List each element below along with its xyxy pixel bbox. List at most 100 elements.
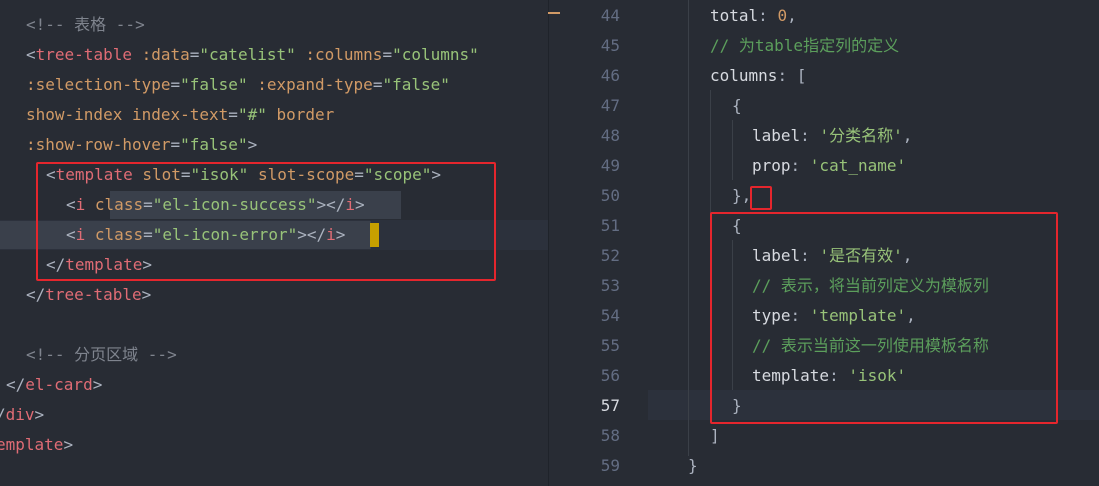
code-line[interactable]: /div> xyxy=(0,400,548,430)
line-number: 56 xyxy=(600,366,620,385)
pane-divider[interactable] xyxy=(548,0,549,486)
code-token: </ xyxy=(6,375,26,394)
code-text: </tree-table> xyxy=(26,280,151,310)
line-number: 58 xyxy=(600,426,620,445)
code-text: columns: [ xyxy=(710,61,806,91)
code-line[interactable]: 59} xyxy=(560,451,1099,481)
line-number: 49 xyxy=(600,156,620,175)
code-line[interactable]: </el-card> xyxy=(0,370,548,400)
code-text: // 为table指定列的定义 xyxy=(710,31,899,61)
code-token: = xyxy=(170,75,181,94)
line-number: 59 xyxy=(600,456,620,475)
code-text: :show-row-hover="false"> xyxy=(26,130,257,160)
code-token: el-card xyxy=(25,375,93,394)
code-token: > xyxy=(63,435,74,454)
code-token: ] xyxy=(710,426,720,445)
code-token: </ xyxy=(26,285,46,304)
code-token: > xyxy=(247,135,258,154)
code-token: tree-table xyxy=(35,45,132,64)
code-token: , xyxy=(787,6,797,25)
line-number: 46 xyxy=(600,66,620,85)
left-editor-pane[interactable]: <!-- 表格 --> <tree-table :data="catelist" … xyxy=(0,0,548,486)
code-token: "false" xyxy=(180,75,248,94)
line-number: 54 xyxy=(600,306,620,325)
code-token: :show-row-hover xyxy=(26,135,171,154)
code-token: = xyxy=(189,45,200,64)
code-token: :selection-type xyxy=(26,75,171,94)
code-token: } xyxy=(688,456,698,475)
code-text: </el-card> xyxy=(6,370,102,400)
code-token: : xyxy=(790,156,810,175)
code-line[interactable]: 47 { xyxy=(560,91,1099,121)
code-token: columns xyxy=(710,66,778,85)
code-token: > xyxy=(92,375,103,394)
code-token: label xyxy=(752,126,801,145)
code-line[interactable]: <!-- 表格 --> xyxy=(0,10,548,40)
annotation-box-comma xyxy=(750,186,772,210)
code-token: = xyxy=(372,75,383,94)
code-token: prop xyxy=(752,156,791,175)
line-number: 50 xyxy=(600,186,620,205)
code-token: , xyxy=(902,126,913,145)
line-number: 44 xyxy=(600,6,620,25)
code-line[interactable]: 46 columns: [ xyxy=(560,61,1099,91)
code-token: :data xyxy=(131,45,190,64)
code-token: :columns xyxy=(295,45,383,64)
line-number: 45 xyxy=(600,36,620,55)
right-editor-pane[interactable]: 44 total: 0, 45 // 为table指定列的定义 46 columns: [… xyxy=(560,0,1099,486)
code-text: :selection-type="false" :expand-type="fa… xyxy=(26,70,450,100)
code-line[interactable]: 58] xyxy=(560,421,1099,451)
code-token: <!-- 分页区域 --> xyxy=(26,345,177,364)
code-token: tree-table xyxy=(45,285,142,304)
code-token: show-index index-text xyxy=(26,105,229,124)
code-token: "false" xyxy=(180,135,248,154)
code-line[interactable]: :show-row-hover="false"> xyxy=(0,130,548,160)
code-token: <!-- 表格 --> xyxy=(26,15,145,34)
code-line[interactable]: </tree-table> xyxy=(0,280,548,310)
code-text: total: 0, xyxy=(710,1,797,31)
code-token: }, xyxy=(732,186,752,205)
line-number: 51 xyxy=(600,216,620,235)
code-line[interactable] xyxy=(0,310,548,340)
code-token: border xyxy=(266,105,335,124)
code-line[interactable]: <!-- 分页区域 --> xyxy=(0,340,548,370)
code-text: }, xyxy=(732,181,751,211)
code-token: :expand-type xyxy=(247,75,373,94)
code-line[interactable]: 49 prop: 'cat_name' xyxy=(560,151,1099,181)
code-line[interactable]: 45 // 为table指定列的定义 xyxy=(560,31,1099,61)
line-number: 53 xyxy=(600,276,620,295)
code-line[interactable]: 48 label: '分类名称', xyxy=(560,121,1099,151)
code-text: <tree-table :data="catelist" :columns="c… xyxy=(26,40,479,70)
scroll-marker xyxy=(548,12,560,14)
code-token: = xyxy=(382,45,393,64)
code-token: < xyxy=(26,45,36,64)
code-token: = xyxy=(228,105,238,124)
code-token: = xyxy=(170,135,181,154)
code-text: <!-- 表格 --> xyxy=(26,10,145,40)
code-text: <!-- 分页区域 --> xyxy=(26,340,177,370)
code-token: > xyxy=(34,405,45,424)
code-line[interactable]: <tree-table :data="catelist" :columns="c… xyxy=(0,40,548,70)
annotation-box-template-slot xyxy=(36,162,496,281)
code-token: 0 xyxy=(777,6,788,25)
code-text: ] xyxy=(710,421,720,451)
code-line[interactable]: 50}, xyxy=(560,181,1099,211)
code-line[interactable]: :selection-type="false" :expand-type="fa… xyxy=(0,70,548,100)
code-token: "catelist" xyxy=(199,45,296,64)
code-token: emplate xyxy=(0,435,64,454)
code-line[interactable]: show-index index-text="#" border xyxy=(0,100,548,130)
code-token: > xyxy=(141,285,152,304)
line-number: 48 xyxy=(600,126,620,145)
code-token: { xyxy=(732,96,742,115)
code-line[interactable]: 44 total: 0, xyxy=(560,1,1099,31)
code-token: "#" xyxy=(237,105,267,124)
code-token: // 为table指定列的定义 xyxy=(710,36,900,55)
code-text: /div> xyxy=(0,400,44,430)
code-token: '分类名称' xyxy=(819,126,903,145)
code-token: : [ xyxy=(777,66,807,85)
code-text: prop: 'cat_name' xyxy=(752,151,906,181)
code-token: 'cat_name' xyxy=(809,156,907,175)
code-line[interactable]: emplate> xyxy=(0,430,548,460)
line-number: 57 xyxy=(600,396,620,415)
code-token: : xyxy=(758,6,778,25)
